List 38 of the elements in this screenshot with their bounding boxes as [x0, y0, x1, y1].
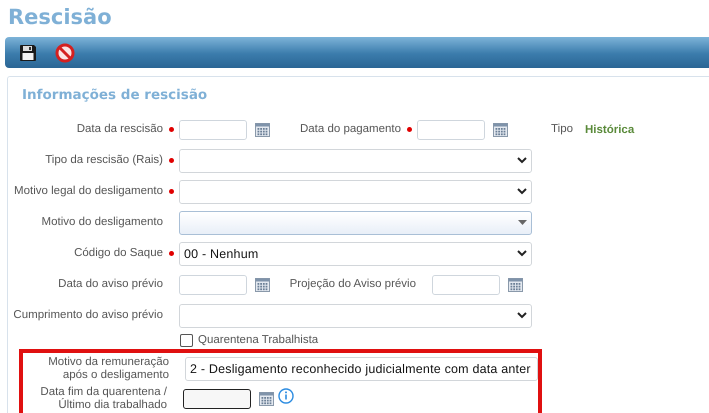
chevron-down-icon [517, 157, 527, 164]
field-label: Data fim da quarentena / Último dia trabalhado [39, 386, 167, 412]
calendar-icon[interactable] [493, 122, 508, 136]
dropdown-triangle-icon [518, 220, 527, 225]
field-label: Motivo da remuneração após o desligamento [47, 356, 169, 382]
select-field[interactable] [179, 304, 532, 328]
prohibited-icon [55, 42, 75, 62]
field-label: Data do aviso prévio [57, 278, 163, 291]
field-label: Tipo da rescisão (Rais) [44, 154, 163, 167]
checkbox-label[interactable]: Quarentena Trabalhista [179, 334, 318, 346]
calendar-icon[interactable] [255, 278, 270, 292]
date-field[interactable] [183, 389, 251, 409]
calendar-icon[interactable] [259, 392, 274, 406]
save-button[interactable] [19, 44, 37, 62]
select-field[interactable] [179, 180, 532, 204]
calendar-icon[interactable] [255, 122, 270, 136]
field-label: Motivo legal do desligamento [13, 185, 163, 198]
select-field[interactable]: 00 - Nenhum [179, 242, 532, 266]
calendar-icon[interactable] [508, 278, 523, 292]
section-title: Informações de rescisão [21, 87, 208, 103]
field-label: Código do Saque [73, 247, 163, 260]
field-label: Cumprimento do aviso prévio [12, 309, 163, 322]
info-icon[interactable] [278, 388, 294, 404]
chevron-down-icon [517, 312, 527, 319]
field-label: Motivo do desligamento [40, 216, 163, 229]
select-field[interactable]: 2 - Desligamento reconhecido judicialmente com data anter [185, 356, 538, 380]
cancel-button[interactable] [55, 42, 75, 62]
field-label: Projeção do Aviso prévio [288, 278, 416, 291]
field-label: Data da rescisão [76, 123, 163, 136]
select-field[interactable] [179, 148, 532, 172]
info-label: Tipo [550, 123, 573, 136]
field-label: Data do pagamento [298, 123, 401, 136]
select-field[interactable] [179, 210, 532, 234]
checkbox[interactable] [180, 334, 193, 346]
info-value: Histórica [585, 124, 634, 136]
chevron-down-icon [517, 188, 527, 195]
chevron-down-icon [517, 250, 527, 257]
page-title: Rescisão [7, 4, 113, 31]
